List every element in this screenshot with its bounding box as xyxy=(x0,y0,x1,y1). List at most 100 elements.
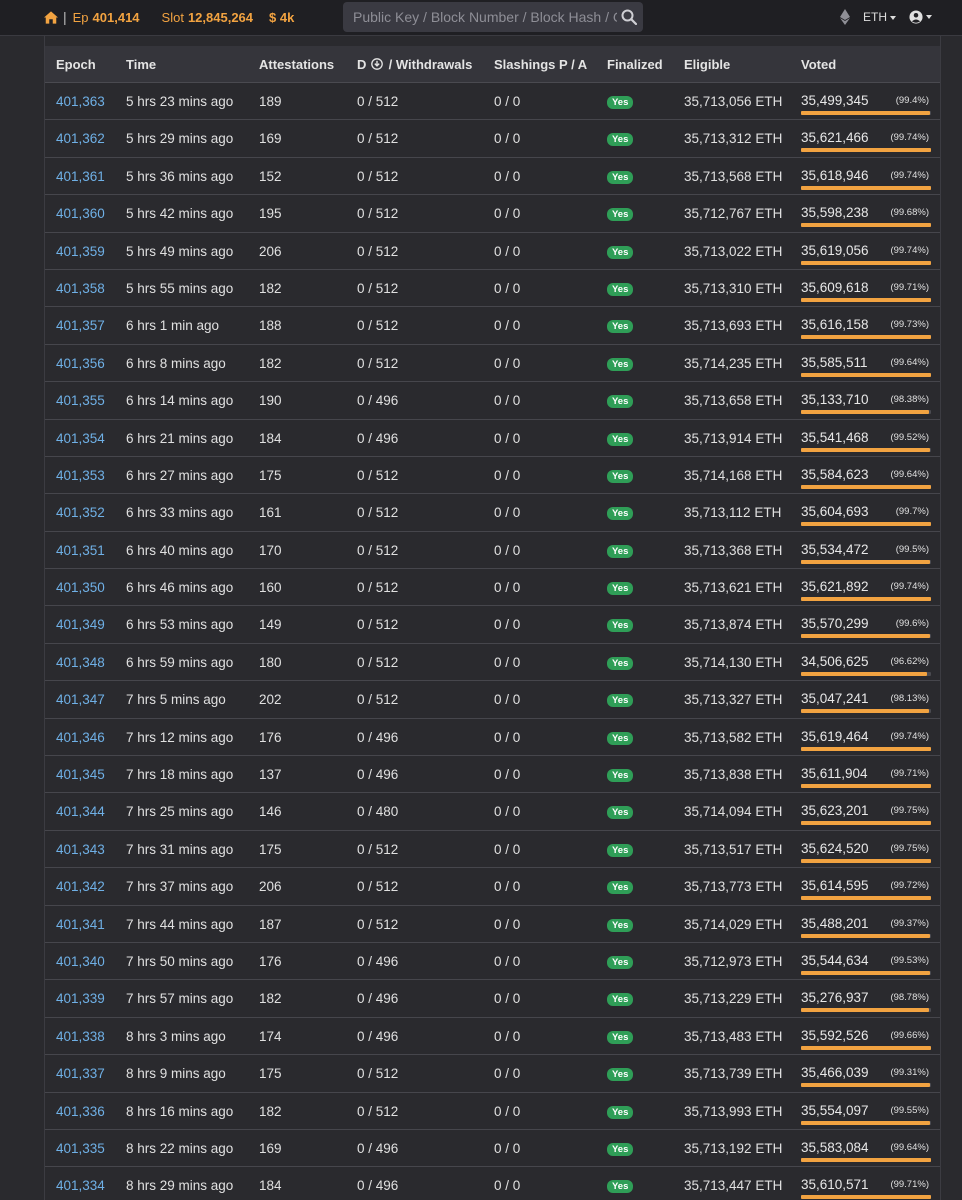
epoch-link[interactable]: 401,350 xyxy=(56,580,105,595)
header-slashings[interactable]: Slashings P / A xyxy=(494,46,587,83)
attestations-cell: 175 xyxy=(259,841,282,857)
finalized-badge: Yes xyxy=(607,208,634,222)
finalized-badge: Yes xyxy=(607,432,634,446)
voted-progress-bar xyxy=(801,484,931,489)
voted-cell: 35,610,571 (99.71%) xyxy=(801,1167,931,1200)
epoch-link[interactable]: 401,347 xyxy=(56,692,105,707)
epoch-link[interactable]: 401,334 xyxy=(56,1178,105,1193)
deposits-withdrawals-cell: 0 / 512 xyxy=(357,1066,399,1082)
finalized-badge: Yes xyxy=(607,1142,634,1156)
epoch-link[interactable]: 401,346 xyxy=(56,730,105,745)
voted-progress-fill xyxy=(801,896,931,901)
current-slot[interactable]: 12,845,264 xyxy=(188,10,253,25)
eligible-cell: 35,713,229 ETH xyxy=(684,991,783,1007)
header-finalized[interactable]: Finalized xyxy=(607,46,663,83)
eligible-cell: 35,713,621 ETH xyxy=(684,580,783,596)
voted-progress-fill xyxy=(801,559,931,564)
voted-progress-bar xyxy=(801,784,931,789)
time-cell: 6 hrs 59 mins ago xyxy=(126,654,234,670)
epoch-link[interactable]: 401,362 xyxy=(56,131,105,146)
epoch-link[interactable]: 401,355 xyxy=(56,393,105,408)
network-stats: | Ep 401,414 Slot 12,845,264 $ 4k xyxy=(44,0,294,34)
epoch-link[interactable]: 401,337 xyxy=(56,1066,105,1081)
table-row: 401,347 7 hrs 5 mins ago 202 0 / 512 0 / 0 Ye… xyxy=(45,681,940,719)
deposits-withdrawals-cell: 0 / 512 xyxy=(357,131,399,147)
attestations-cell: 176 xyxy=(259,729,282,745)
currency-dropdown[interactable]: ETH xyxy=(863,10,896,24)
search-input[interactable] xyxy=(343,2,617,32)
eligible-cell: 35,713,582 ETH xyxy=(684,729,783,745)
epoch-link[interactable]: 401,352 xyxy=(56,505,105,520)
voted-progress-bar xyxy=(801,1195,931,1200)
time-cell: 5 hrs 55 mins ago xyxy=(126,280,234,296)
epoch-link[interactable]: 401,341 xyxy=(56,917,105,932)
epoch-link[interactable]: 401,351 xyxy=(56,543,105,558)
header-time[interactable]: Time xyxy=(126,46,156,83)
epoch-link[interactable]: 401,363 xyxy=(56,94,105,109)
epoch-link[interactable]: 401,338 xyxy=(56,1029,105,1044)
eth-price[interactable]: $ 4k xyxy=(269,10,294,25)
epoch-link[interactable]: 401,348 xyxy=(56,655,105,670)
voted-progress-fill xyxy=(801,933,931,938)
slashings-cell: 0 / 0 xyxy=(494,168,521,184)
epoch-link[interactable]: 401,343 xyxy=(56,842,105,857)
epoch-link[interactable]: 401,358 xyxy=(56,281,105,296)
epoch-link[interactable]: 401,357 xyxy=(56,318,105,333)
header-eligible[interactable]: Eligible xyxy=(684,46,730,83)
epoch-link[interactable]: 401,336 xyxy=(56,1104,105,1119)
epoch-cell: 401,339 xyxy=(56,980,105,1017)
header-epoch[interactable]: Epoch xyxy=(56,46,96,83)
epoch-cell: 401,341 xyxy=(56,906,105,943)
epoch-link[interactable]: 401,356 xyxy=(56,356,105,371)
table-row: 401,343 7 hrs 31 mins ago 175 0 / 512 0 / 0 Y… xyxy=(45,831,940,869)
epoch-link[interactable]: 401,349 xyxy=(56,617,105,632)
epoch-link[interactable]: 401,335 xyxy=(56,1141,105,1156)
deposits-withdrawals-cell: 0 / 512 xyxy=(357,280,399,296)
finalized-badge: Yes xyxy=(607,731,634,745)
header-attestations[interactable]: Attestations xyxy=(259,46,334,83)
voted-cell: 35,544,634 (99.53%) xyxy=(801,943,931,980)
attestations-cell: 149 xyxy=(259,617,282,633)
slashings-cell: 0 / 0 xyxy=(494,953,521,969)
voted-progress-fill xyxy=(801,372,931,377)
epoch-cell: 401,356 xyxy=(56,345,105,382)
finalized-badge: Yes xyxy=(607,320,634,334)
eligible-cell: 35,713,447 ETH xyxy=(684,1178,783,1194)
deposits-withdrawals-cell: 0 / 496 xyxy=(357,991,399,1007)
current-epoch[interactable]: 401,414 xyxy=(93,10,140,25)
epoch-link[interactable]: 401,359 xyxy=(56,244,105,259)
epoch-link[interactable]: 401,340 xyxy=(56,954,105,969)
voted-cell: 35,583,084 (99.64%) xyxy=(801,1130,931,1167)
epoch-link[interactable]: 401,339 xyxy=(56,991,105,1006)
epoch-link[interactable]: 401,360 xyxy=(56,206,105,221)
epoch-link[interactable]: 401,353 xyxy=(56,468,105,483)
epoch-link[interactable]: 401,344 xyxy=(56,804,105,819)
eligible-cell: 35,712,973 ETH xyxy=(684,953,783,969)
epoch-link[interactable]: 401,354 xyxy=(56,431,105,446)
table-row: 401,353 6 hrs 27 mins ago 175 0 / 512 0 / 0 Y… xyxy=(45,457,940,495)
voted-progress-fill xyxy=(801,1157,931,1162)
finalized-badge: Yes xyxy=(607,1068,634,1082)
epoch-cell: 401,347 xyxy=(56,681,105,718)
slashings-cell: 0 / 0 xyxy=(494,542,521,558)
epoch-cell: 401,346 xyxy=(56,719,105,756)
epoch-link[interactable]: 401,345 xyxy=(56,767,105,782)
epoch-link[interactable]: 401,342 xyxy=(56,879,105,894)
search-icon[interactable] xyxy=(621,9,637,25)
epoch-link[interactable]: 401,361 xyxy=(56,169,105,184)
home-icon[interactable] xyxy=(44,10,58,24)
voted-progress-bar xyxy=(801,634,931,639)
finalized-badge: Yes xyxy=(607,769,634,783)
deposits-withdrawals-cell: 0 / 512 xyxy=(357,168,399,184)
epoch-cell: 401,351 xyxy=(56,532,105,569)
eligible-cell: 35,714,094 ETH xyxy=(684,804,783,820)
header-voted[interactable]: Voted xyxy=(801,46,836,83)
deposits-withdrawals-cell: 0 / 512 xyxy=(357,206,399,222)
header-deposits-withdrawals[interactable]: D / Withdrawals xyxy=(357,46,472,83)
table-row: 401,338 8 hrs 3 mins ago 174 0 / 496 0 / 0 Ye… xyxy=(45,1018,940,1056)
ethereum-logo-icon xyxy=(840,9,850,25)
eligible-cell: 35,713,739 ETH xyxy=(684,1066,783,1082)
deposits-withdrawals-cell: 0 / 512 xyxy=(357,654,399,670)
user-menu-button[interactable] xyxy=(909,9,932,24)
epoch-cell: 401,348 xyxy=(56,644,105,681)
